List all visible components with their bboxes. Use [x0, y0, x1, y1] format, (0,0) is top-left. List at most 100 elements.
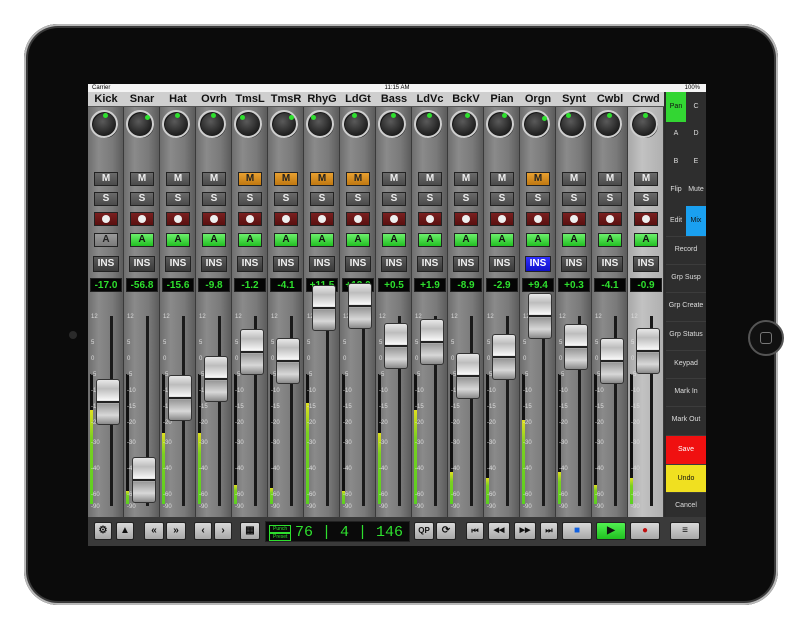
channel-name[interactable]: BckV — [448, 92, 484, 107]
loop-button[interactable]: ⟳ — [436, 522, 456, 540]
record-arm-button[interactable] — [490, 212, 514, 226]
insert-button[interactable]: INS — [525, 256, 551, 272]
automation-button[interactable]: A — [490, 233, 514, 247]
mute-button[interactable]: M — [490, 172, 514, 186]
solo-button[interactable]: S — [598, 192, 622, 206]
record-arm-button[interactable] — [94, 212, 118, 226]
preset-label[interactable]: Preset — [269, 533, 292, 541]
record-arm-button[interactable] — [562, 212, 586, 226]
grp-status-button[interactable]: Grp Status — [666, 321, 706, 348]
mix-button[interactable]: Mix — [686, 206, 706, 236]
solo-button[interactable]: S — [562, 192, 586, 206]
fader-cap[interactable] — [132, 456, 156, 503]
undo-button[interactable]: Undo — [666, 464, 706, 493]
pan-button[interactable]: Pan — [666, 92, 686, 122]
fader-cap[interactable] — [384, 323, 408, 370]
fader-cap[interactable] — [600, 338, 624, 385]
mute-button[interactable]: M — [562, 172, 586, 186]
punch-label[interactable]: Punch — [269, 525, 292, 533]
insert-button[interactable]: INS — [309, 256, 335, 272]
fader-cap[interactable] — [528, 292, 552, 339]
automation-button[interactable]: A — [346, 233, 370, 247]
mute-button[interactable]: M — [274, 172, 298, 186]
fader-cap[interactable] — [636, 327, 660, 374]
fader-cap[interactable] — [492, 334, 516, 381]
to-end-button[interactable]: ⏭ — [540, 522, 558, 540]
mark-out-button[interactable]: Mark Out — [666, 406, 706, 433]
record-arm-button[interactable] — [346, 212, 370, 226]
mute-button[interactable]: M — [346, 172, 370, 186]
channel-name[interactable]: LdVc — [412, 92, 448, 107]
record-arm-button[interactable] — [418, 212, 442, 226]
mute-button[interactable]: M — [418, 172, 442, 186]
mute-button[interactable]: M — [454, 172, 478, 186]
grp-create-button[interactable]: Grp Create — [666, 292, 706, 319]
record-arm-button[interactable] — [166, 212, 190, 226]
mute-button[interactable]: M — [382, 172, 406, 186]
pan-knob[interactable] — [198, 110, 226, 138]
automation-button[interactable]: A — [274, 233, 298, 247]
automation-button[interactable]: A — [130, 233, 154, 247]
channel-right-button[interactable]: › — [214, 522, 232, 540]
channel-name[interactable]: Crwd — [628, 92, 664, 107]
insert-button[interactable]: INS — [633, 256, 659, 272]
automation-button[interactable]: A — [94, 233, 118, 247]
channel-name[interactable]: Orgn — [520, 92, 556, 107]
mute-button[interactable]: M — [598, 172, 622, 186]
settings-button[interactable]: ⚙ — [94, 522, 112, 540]
channel-name[interactable]: TmsL — [232, 92, 268, 107]
record-arm-button[interactable] — [238, 212, 262, 226]
insert-button[interactable]: INS — [381, 256, 407, 272]
solo-button[interactable]: S — [166, 192, 190, 206]
cancel-button[interactable]: Cancel — [666, 492, 706, 519]
mark-in-button[interactable]: Mark In — [666, 378, 706, 405]
record-arm-button[interactable] — [202, 212, 226, 226]
record-arm-button[interactable] — [382, 212, 406, 226]
pan-knob[interactable] — [558, 110, 586, 138]
channel-name[interactable]: Ovrh — [196, 92, 232, 107]
automation-button[interactable]: A — [598, 233, 622, 247]
record-arm-button[interactable] — [526, 212, 550, 226]
channel-name[interactable]: Pian — [484, 92, 520, 107]
fader-cap[interactable] — [240, 328, 264, 375]
mute-button[interactable]: M — [526, 172, 550, 186]
record-button[interactable]: ● — [630, 522, 660, 540]
rewind-button[interactable]: ◀◀ — [488, 522, 510, 540]
insert-button[interactable]: INS — [345, 256, 371, 272]
solo-button[interactable]: S — [202, 192, 226, 206]
insert-button[interactable]: INS — [93, 256, 119, 272]
record-arm-button[interactable] — [598, 212, 622, 226]
record-arm-button[interactable] — [274, 212, 298, 226]
mute-mode-button[interactable]: Mute — [686, 186, 706, 200]
pan-knob[interactable] — [126, 110, 154, 138]
insert-button[interactable]: INS — [201, 256, 227, 272]
pan-knob[interactable] — [450, 110, 478, 138]
fader-cap[interactable] — [564, 324, 588, 371]
mute-button[interactable]: M — [130, 172, 154, 186]
record-arm-button[interactable] — [310, 212, 334, 226]
pan-knob[interactable] — [90, 110, 118, 138]
mute-button[interactable]: M — [94, 172, 118, 186]
channel-name[interactable]: TmsR — [268, 92, 304, 107]
record-arm-button[interactable] — [454, 212, 478, 226]
home-button[interactable] — [748, 320, 784, 356]
automation-button[interactable]: A — [418, 233, 442, 247]
pan-knob[interactable] — [234, 110, 262, 138]
insert-button[interactable]: INS — [453, 256, 479, 272]
save-button[interactable]: Save — [666, 435, 706, 464]
channel-name[interactable]: Snar — [124, 92, 160, 107]
pan-knob[interactable] — [342, 110, 370, 138]
fader-cap[interactable] — [420, 318, 444, 365]
fast-forward-button[interactable]: ▶▶ — [514, 522, 536, 540]
fader-cap[interactable] — [96, 379, 120, 426]
to-start-button[interactable]: ⏮ — [466, 522, 484, 540]
bank-a-button[interactable]: A — [666, 130, 686, 144]
bank-d-button[interactable]: D — [686, 130, 706, 144]
bank-right-button[interactable]: » — [166, 522, 186, 540]
flip-button[interactable]: Flip — [666, 186, 686, 200]
solo-button[interactable]: S — [490, 192, 514, 206]
insert-button[interactable]: INS — [165, 256, 191, 272]
automation-button[interactable]: A — [202, 233, 226, 247]
channel-name[interactable]: Cwbl — [592, 92, 628, 107]
solo-button[interactable]: S — [310, 192, 334, 206]
